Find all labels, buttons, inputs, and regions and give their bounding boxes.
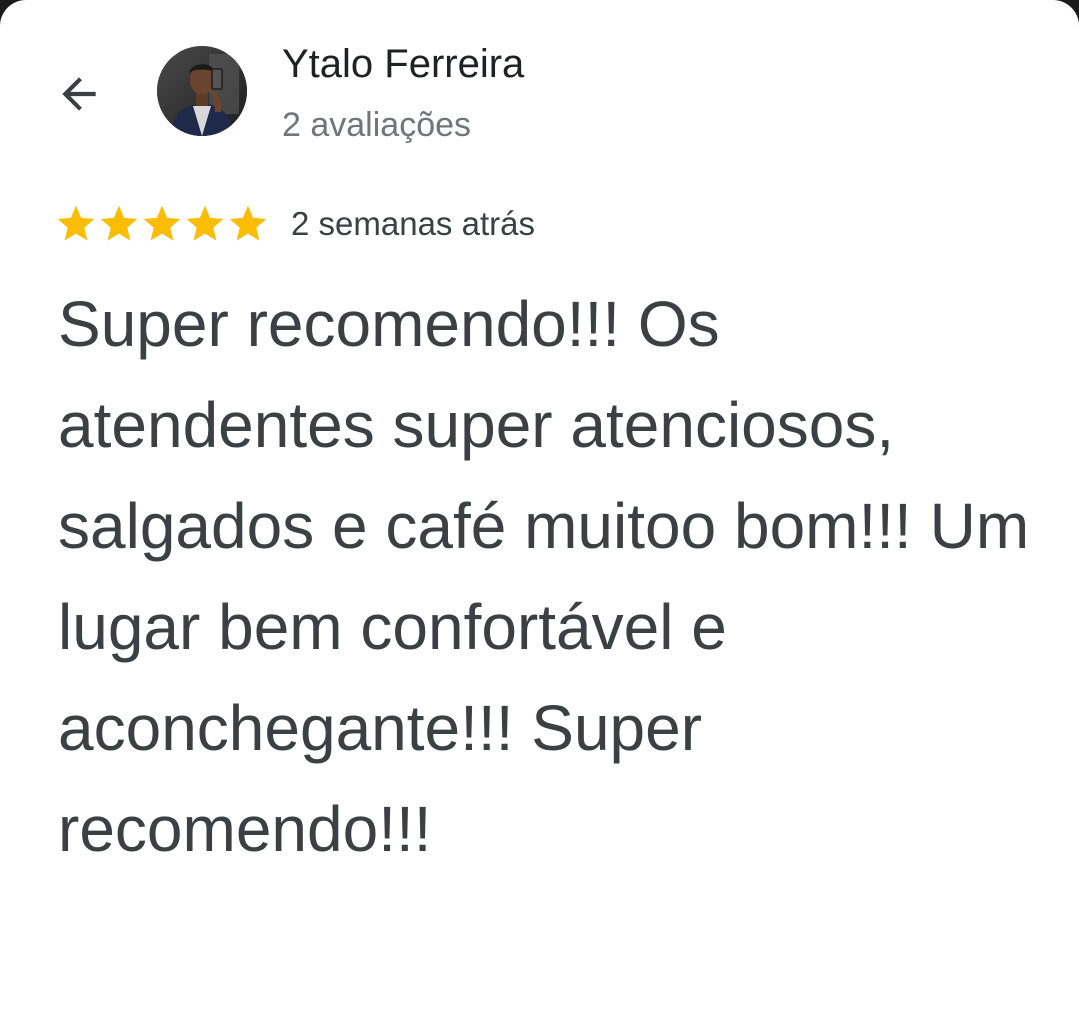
star-icon bbox=[143, 205, 181, 241]
star-icon bbox=[229, 205, 267, 241]
review-date: 2 semanas atrás bbox=[291, 205, 535, 242]
reviewer-name[interactable]: Ytalo Ferreira bbox=[282, 40, 524, 88]
review-count: 2 avaliações bbox=[282, 106, 472, 144]
back-button[interactable] bbox=[44, 62, 114, 126]
profile-photo bbox=[157, 46, 247, 136]
star-icon bbox=[186, 205, 224, 241]
arrow-back-icon bbox=[62, 77, 96, 111]
star-rating bbox=[54, 202, 269, 246]
avatar[interactable] bbox=[157, 46, 247, 136]
review-text: Super recomendo!!! Os atendentes super a… bbox=[58, 288, 1030, 865]
rating-row: 2 semanas atrás bbox=[54, 200, 535, 248]
review-card: Ytalo Ferreira 2 avaliações 2 semanas at… bbox=[0, 0, 1079, 1029]
star-icon bbox=[57, 205, 95, 241]
star-icon bbox=[100, 205, 138, 241]
